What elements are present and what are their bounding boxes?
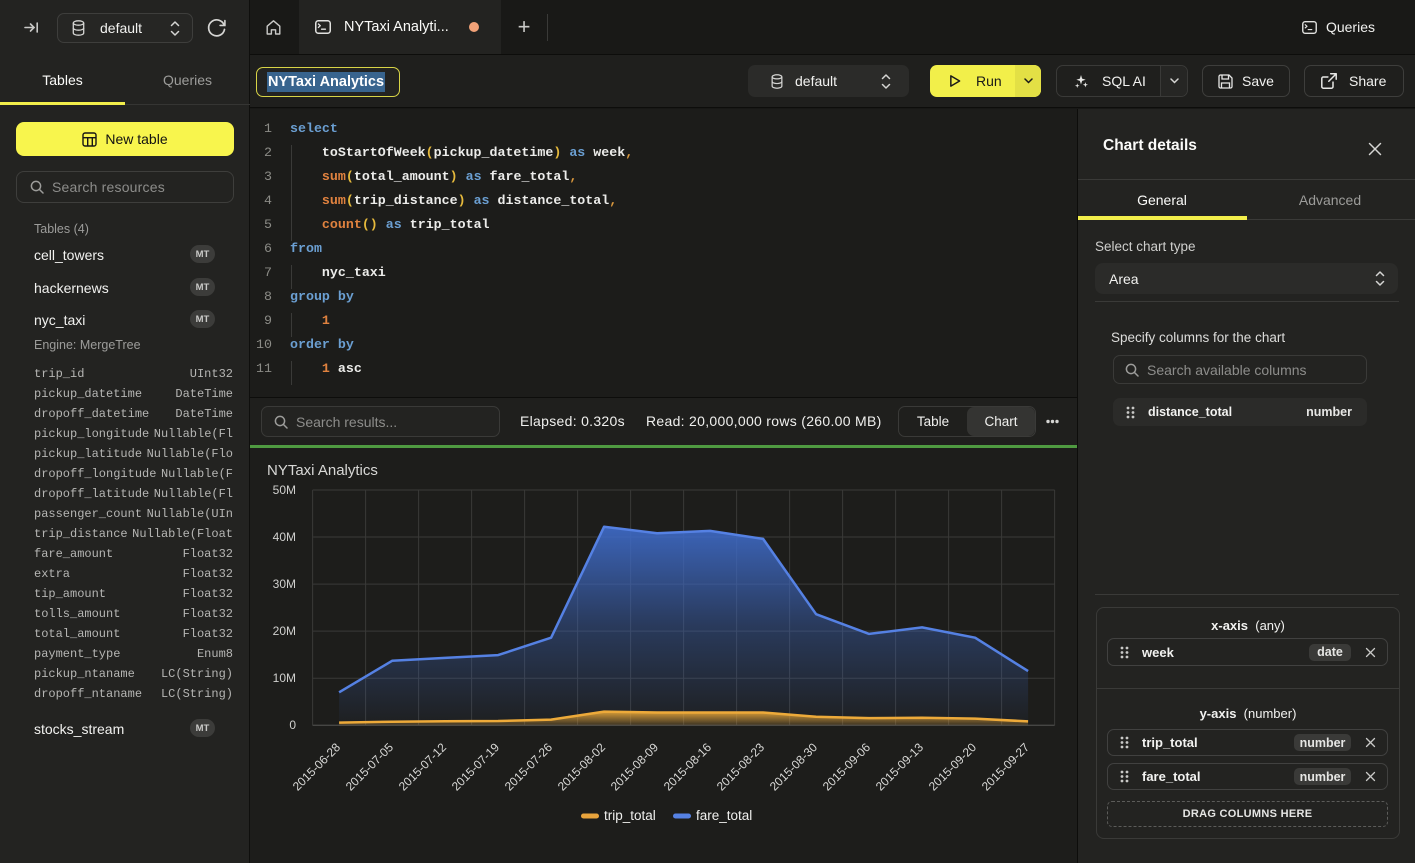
svg-text:2015-08-30: 2015-08-30: [767, 740, 821, 794]
svg-text:50M: 50M: [273, 483, 296, 497]
svg-text:2015-08-16: 2015-08-16: [661, 740, 715, 794]
svg-text:2015-08-09: 2015-08-09: [608, 740, 662, 794]
svg-text:0: 0: [289, 718, 296, 732]
svg-text:2015-07-19: 2015-07-19: [449, 740, 503, 794]
svg-text:2015-07-12: 2015-07-12: [396, 740, 450, 794]
svg-text:20M: 20M: [273, 624, 296, 638]
svg-text:trip_total: trip_total: [604, 808, 656, 823]
svg-text:10M: 10M: [273, 671, 296, 685]
svg-text:2015-07-26: 2015-07-26: [502, 740, 556, 794]
svg-text:30M: 30M: [273, 577, 296, 591]
svg-text:2015-07-05: 2015-07-05: [343, 740, 397, 794]
svg-text:2015-09-13: 2015-09-13: [873, 740, 927, 794]
svg-text:2015-08-02: 2015-08-02: [555, 740, 609, 794]
svg-text:fare_total: fare_total: [696, 808, 752, 823]
svg-text:2015-09-20: 2015-09-20: [926, 740, 980, 794]
svg-text:2015-06-28: 2015-06-28: [290, 740, 344, 794]
svg-text:NYTaxi Analytics: NYTaxi Analytics: [267, 462, 378, 479]
svg-text:2015-08-23: 2015-08-23: [714, 740, 768, 794]
svg-text:2015-09-27: 2015-09-27: [979, 740, 1033, 794]
svg-text:2015-09-06: 2015-09-06: [820, 740, 874, 794]
svg-text:40M: 40M: [273, 530, 296, 544]
